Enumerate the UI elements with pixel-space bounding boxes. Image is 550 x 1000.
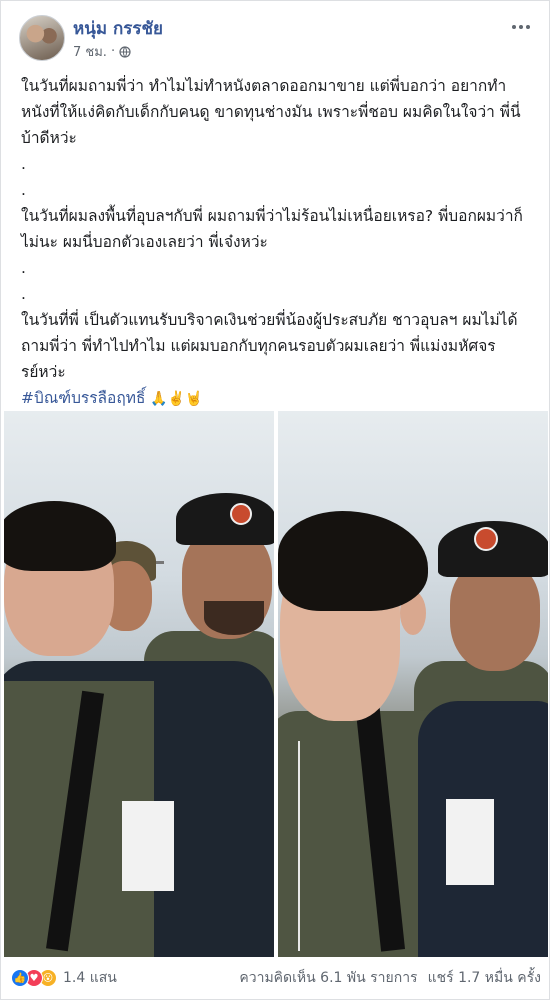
post-text: ในวันที่ผมถามพี่ว่า ทำไมไม่ทำหนังตลาดออก… <box>21 73 533 412</box>
spacer-dot: . <box>21 285 26 303</box>
reactions-summary[interactable]: 👍 ♥ 😮 1.4 แสน <box>11 967 117 989</box>
hashtag-emojis: 🙏✌️🤘 <box>150 391 203 407</box>
post-header: หนุ่ม กรรชัย 7 ชม. · <box>13 11 539 67</box>
post-photos <box>4 411 548 957</box>
post-meta: 7 ชม. · <box>73 41 131 62</box>
engagement-stats: ความคิดเห็น 6.1 พัน รายการ แชร์ 1.7 หมื่… <box>239 967 541 989</box>
spacer-dot: . <box>21 259 26 277</box>
hashtag-link[interactable]: #บิณฑ์บรรลือฤทธิ์ <box>21 389 145 407</box>
post-paragraph-2: ในวันที่ผมลงพื้นที่อุบลฯกับพี่ ผมถามพี่ว… <box>21 207 523 251</box>
author-avatar[interactable] <box>19 15 65 61</box>
globe-icon <box>119 45 131 58</box>
hashtag-line: #บิณฑ์บรรลือฤทธิ์ 🙏✌️🤘 <box>21 385 533 412</box>
more-options-icon[interactable] <box>507 17 535 37</box>
comment-count[interactable]: ความคิดเห็น 6.1 พัน รายการ <box>239 967 417 989</box>
share-count[interactable]: แชร์ 1.7 หมื่น ครั้ง <box>428 967 541 989</box>
post-photo-1[interactable] <box>4 411 274 957</box>
post-stats: 👍 ♥ 😮 1.4 แสน ความคิดเห็น 6.1 พัน รายการ… <box>11 963 541 993</box>
spacer-dot: . <box>21 181 26 199</box>
reaction-count: 1.4 แสน <box>63 970 117 986</box>
facebook-post: หนุ่ม กรรชัย 7 ชม. · ในวันที่ผมถามพี่ว่า… <box>0 0 550 1000</box>
post-paragraph-3: ในวันที่พี่ เป็นตัวแทนรับบริจาคเงินช่วยพ… <box>21 311 518 381</box>
post-timestamp[interactable]: 7 ชม. <box>73 41 107 62</box>
post-photo-2[interactable] <box>278 411 548 957</box>
post-paragraph-1: ในวันที่ผมถามพี่ว่า ทำไมไม่ทำหนังตลาดออก… <box>21 77 521 147</box>
spacer-dot: . <box>21 155 26 173</box>
meta-separator: · <box>110 44 116 59</box>
like-reaction-icon: 👍 <box>11 969 29 987</box>
author-name[interactable]: หนุ่ม กรรชัย <box>73 15 163 42</box>
